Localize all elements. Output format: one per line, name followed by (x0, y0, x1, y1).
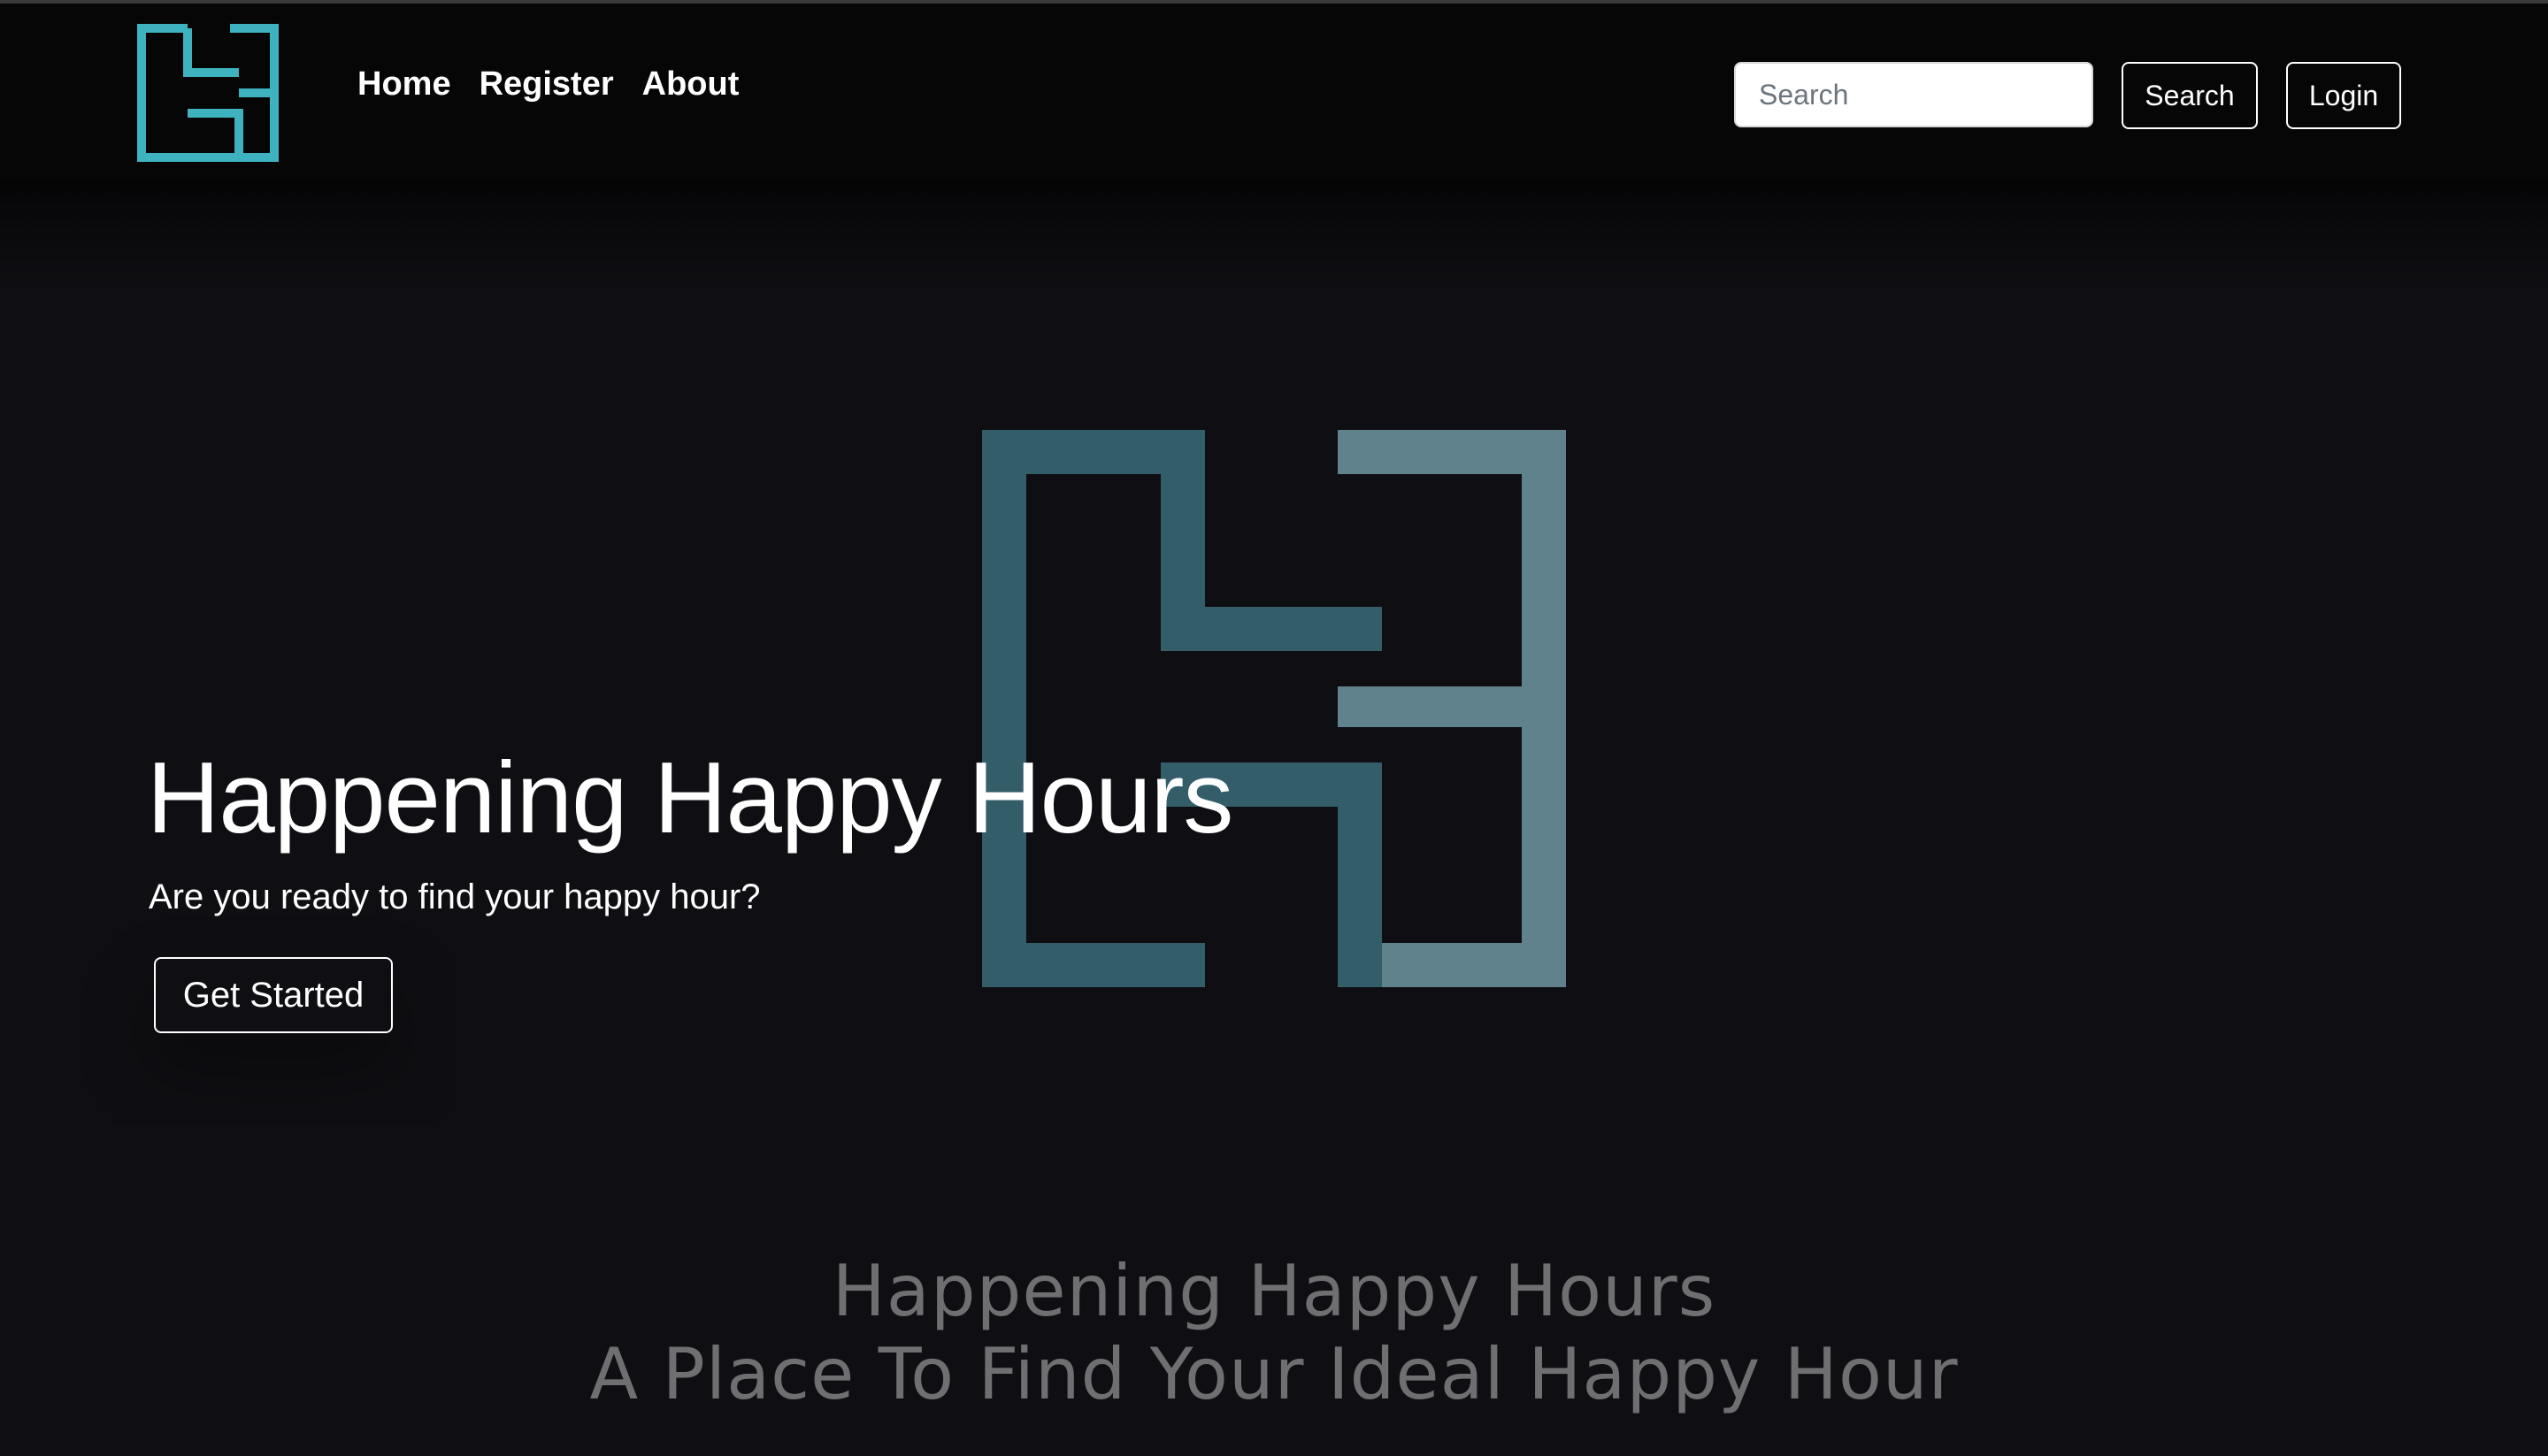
hero-logo-icon (982, 430, 1566, 987)
search-button[interactable]: Search (2122, 62, 2258, 129)
nav-links: Home Register About (357, 65, 739, 103)
hero-title: Happening Happy Hours (147, 742, 1233, 854)
search-input[interactable] (1734, 62, 2093, 127)
hero-brand-tagline: A Place To Find Your Ideal Happy Hour (589, 1333, 1959, 1415)
hero-brand-name: Happening Happy Hours (832, 1250, 1716, 1332)
get-started-button[interactable]: Get Started (154, 957, 393, 1033)
nav-link-about[interactable]: About (642, 65, 740, 103)
hero-subtitle: Are you ready to find your happy hour? (149, 877, 761, 916)
nav-link-home[interactable]: Home (357, 65, 451, 103)
login-button[interactable]: Login (2286, 62, 2401, 129)
hero-top-shadow (0, 180, 2548, 287)
brand-logo-icon[interactable] (136, 23, 280, 163)
navbar: Home Register About Search Login (0, 4, 2548, 180)
nav-link-register[interactable]: Register (480, 65, 614, 103)
